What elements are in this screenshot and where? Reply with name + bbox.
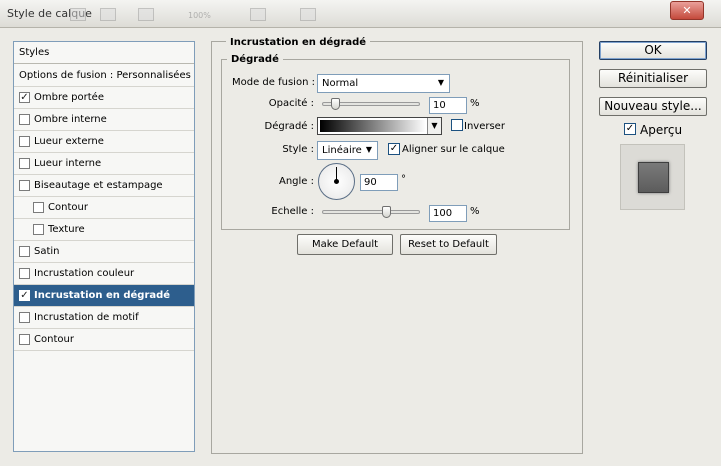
- style-item-inner-shadow[interactable]: Ombre interne: [14, 109, 194, 131]
- style-item-inner-glow[interactable]: Lueur interne: [14, 153, 194, 175]
- close-icon: ✕: [682, 4, 692, 17]
- blending-options-label: Options de fusion : Personnalisées: [19, 70, 191, 81]
- panel-title: Incrustation en dégradé: [226, 37, 371, 48]
- styles-header[interactable]: Styles: [14, 42, 194, 64]
- dropdown-arrow-icon[interactable]: ▼: [427, 118, 441, 134]
- align-with-layer-checkbox[interactable]: ✓: [388, 143, 400, 155]
- title-bar: Style de calque 100% ✕: [0, 0, 721, 28]
- scale-slider-handle[interactable]: [381, 206, 391, 218]
- style-item-drop-shadow[interactable]: ✓ Ombre portée: [14, 87, 194, 109]
- blend-mode-value: Normal: [322, 78, 359, 89]
- dropdown-arrow-icon: ▼: [365, 145, 372, 154]
- style-checkbox[interactable]: [19, 158, 30, 169]
- style-item-stroke[interactable]: Contour: [14, 329, 194, 351]
- style-preview: [620, 144, 685, 210]
- style-item-contour[interactable]: Contour: [14, 197, 194, 219]
- style-item-texture[interactable]: Texture: [14, 219, 194, 241]
- style-item-color-overlay[interactable]: Incrustation couleur: [14, 263, 194, 285]
- style-item-label: Biseautage et estampage: [34, 180, 163, 191]
- scale-label: Echelle :: [271, 206, 314, 217]
- style-checkbox[interactable]: [19, 246, 30, 257]
- preview-swatch: [638, 162, 669, 193]
- angle-center: [334, 179, 339, 184]
- new-style-button[interactable]: Nouveau style...: [599, 97, 707, 116]
- style-item-satin[interactable]: Satin: [14, 241, 194, 263]
- style-item-label: Incrustation de motif: [34, 312, 139, 323]
- style-item-label: Texture: [48, 224, 85, 235]
- style-item-label: Ombre portée: [34, 92, 104, 103]
- style-item-label: Ombre interne: [34, 114, 107, 125]
- gradient-style-value: Linéaire: [322, 145, 362, 156]
- style-checkbox[interactable]: [33, 224, 44, 235]
- align-with-layer-label: Aligner sur le calque: [402, 144, 505, 155]
- style-checkbox[interactable]: [19, 180, 30, 191]
- style-item-label: Incrustation en dégradé: [34, 290, 171, 301]
- style-item-label: Contour: [34, 334, 74, 345]
- angle-label: Angle :: [278, 176, 314, 187]
- opacity-slider-handle[interactable]: [330, 98, 340, 110]
- style-item-pattern-overlay[interactable]: Incrustation de motif: [14, 307, 194, 329]
- opacity-unit: %: [470, 98, 480, 109]
- angle-dial[interactable]: [318, 163, 355, 200]
- scale-unit: %: [470, 206, 480, 217]
- styles-list: Styles Options de fusion : Personnalisée…: [13, 41, 195, 452]
- opacity-label: Opacité :: [268, 98, 314, 109]
- style-item-label: Lueur externe: [34, 136, 104, 147]
- angle-input[interactable]: 90: [360, 174, 398, 191]
- style-checkbox[interactable]: [33, 202, 44, 213]
- gradient-style-select[interactable]: Linéaire ▼: [317, 141, 378, 160]
- style-item-label: Incrustation couleur: [34, 268, 135, 279]
- toolbar-icon: [100, 8, 116, 21]
- reset-button[interactable]: Réinitialiser: [599, 69, 707, 88]
- style-item-label: Contour: [48, 202, 88, 213]
- style-item-label: Satin: [34, 246, 60, 257]
- reset-to-default-button[interactable]: Reset to Default: [400, 234, 497, 255]
- screen-mode-icon: [300, 8, 316, 21]
- angle-unit: °: [401, 174, 406, 185]
- style-checkbox[interactable]: [19, 312, 30, 323]
- make-default-button[interactable]: Make Default: [297, 234, 393, 255]
- preview-checkbox[interactable]: ✓: [624, 123, 636, 135]
- close-button[interactable]: ✕: [670, 1, 704, 20]
- zoom-readout: 100%: [188, 11, 211, 20]
- gradient-picker[interactable]: ▼: [317, 117, 442, 135]
- scale-slider-track[interactable]: [322, 210, 420, 214]
- gradient-swatch[interactable]: [320, 120, 426, 132]
- preview-label: Aperçu: [640, 123, 683, 137]
- ok-button[interactable]: OK: [599, 41, 707, 60]
- style-checkbox[interactable]: [19, 114, 30, 125]
- gradient-label: Dégradé :: [264, 121, 315, 132]
- blend-mode-label: Mode de fusion :: [232, 77, 315, 88]
- toolbar-icon: [70, 8, 86, 21]
- style-item-bevel-emboss[interactable]: Biseautage et estampage: [14, 175, 194, 197]
- background-toolbar: 100%: [70, 8, 370, 24]
- style-item-gradient-overlay[interactable]: ✓ Incrustation en dégradé: [14, 285, 194, 307]
- grid-icon: [138, 8, 154, 21]
- blend-mode-select[interactable]: Normal ▼: [317, 74, 450, 93]
- style-checkbox[interactable]: [19, 268, 30, 279]
- style-checkbox[interactable]: ✓: [19, 290, 30, 301]
- dropdown-arrow-icon: ▼: [437, 78, 444, 87]
- group-title: Dégradé: [227, 54, 283, 65]
- style-checkbox[interactable]: [19, 334, 30, 345]
- style-checkbox[interactable]: ✓: [19, 92, 30, 103]
- scale-input[interactable]: 100: [429, 205, 467, 222]
- style-item-label: Lueur interne: [34, 158, 102, 169]
- style-checkbox[interactable]: [19, 136, 30, 147]
- reverse-label: Inverser: [464, 121, 505, 132]
- opacity-input[interactable]: 10: [429, 97, 467, 114]
- reverse-checkbox[interactable]: [451, 119, 463, 131]
- style-label: Style :: [282, 144, 314, 155]
- layout-icon: [250, 8, 266, 21]
- blending-options-item[interactable]: Options de fusion : Personnalisées: [14, 64, 194, 87]
- style-item-outer-glow[interactable]: Lueur externe: [14, 131, 194, 153]
